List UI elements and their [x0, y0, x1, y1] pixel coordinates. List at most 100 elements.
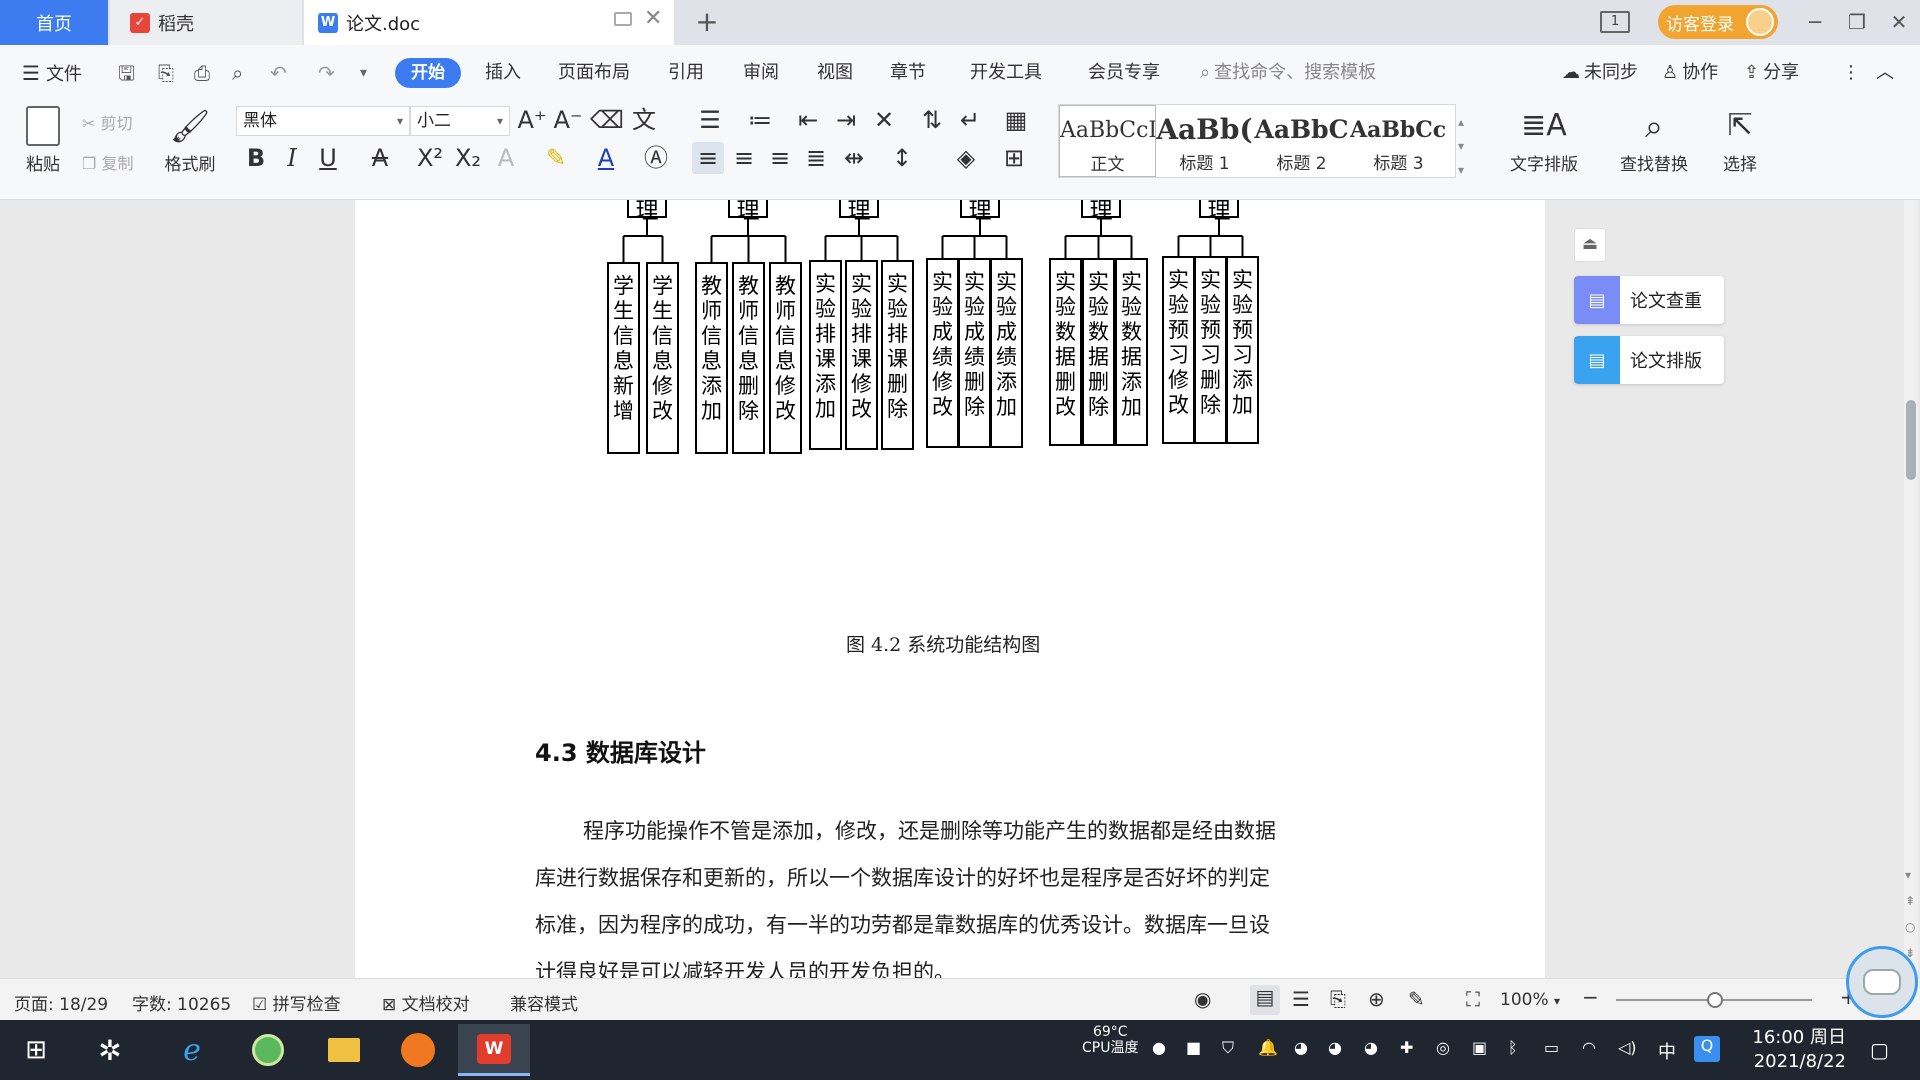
collapse-ribbon-icon[interactable]: ︿	[1876, 58, 1894, 88]
browser-360-icon[interactable]	[246, 1028, 290, 1072]
style-heading-3[interactable]: AaBbCcl 标题 3	[1350, 105, 1447, 177]
file-menu[interactable]: ☰ 文件	[22, 58, 82, 88]
web-view-icon[interactable]: ⊕	[1368, 987, 1385, 1011]
command-search[interactable]: ⌕ 查找命令、搜索模板	[1200, 58, 1376, 88]
increase-indent-icon[interactable]: ⇥	[830, 104, 862, 136]
cpu-temp-widget[interactable]: 69°C CPU温度	[1082, 1024, 1138, 1056]
strikethrough-icon[interactable]: A	[364, 142, 396, 174]
ie-browser-icon[interactable]: ℯ	[170, 1028, 214, 1072]
format-painter-button[interactable]: 🖌 格式刷	[160, 106, 220, 175]
underline-icon[interactable]: U	[312, 142, 344, 174]
line-spacing-icon[interactable]: ↕	[886, 142, 918, 174]
table-format-icon[interactable]: ▦	[1000, 104, 1032, 136]
page-view-icon[interactable]: 1	[1600, 11, 1630, 33]
tray-app-icon[interactable]: ■	[1186, 1038, 1201, 1057]
gallery-scroll-icon[interactable]: ▴ ▾ ▾	[1458, 110, 1464, 182]
font-size-select[interactable]: 小二 ▾	[410, 106, 510, 136]
monitor-icon[interactable]	[614, 12, 632, 26]
minimize-icon[interactable]: ─	[1800, 8, 1830, 38]
reading-view-icon[interactable]: ⎘	[1330, 987, 1346, 1011]
text-layout-button[interactable]: ≣A 文字排版	[1494, 108, 1594, 175]
text-effect-icon[interactable]: A	[490, 142, 522, 174]
doc-proof-button[interactable]: ⊠ 文档校对	[382, 990, 470, 1015]
write-mode-icon[interactable]: ✎	[1408, 987, 1425, 1011]
bell-icon[interactable]: 🔔	[1258, 1038, 1278, 1057]
close-window-icon[interactable]: ✕	[1884, 8, 1914, 38]
zoom-slider-handle[interactable]	[1707, 992, 1723, 1008]
style-heading-1[interactable]: AaBb( 标题 1	[1156, 105, 1253, 177]
file-explorer-icon[interactable]	[322, 1028, 366, 1072]
tab-document[interactable]: W 论文.doc ✕	[304, 0, 674, 45]
find-replace-button[interactable]: ⌕ 查找替换	[1608, 108, 1700, 175]
tab-docer[interactable]: ✓ 稻壳	[110, 0, 302, 45]
quick-access-dropdown-icon[interactable]: ▾	[360, 58, 367, 88]
nvidia-icon[interactable]: ▣	[1472, 1038, 1487, 1057]
tab-chapter[interactable]: 章节	[890, 58, 926, 88]
show-marks-icon[interactable]: ↵	[954, 104, 986, 136]
zoom-level[interactable]: 100% ▾	[1500, 990, 1560, 1010]
paste-button[interactable]: 粘贴	[18, 106, 68, 175]
assistant-robot-icon[interactable]	[1846, 946, 1918, 1018]
scrollbar-thumb[interactable]	[1906, 400, 1916, 480]
shield-icon[interactable]: ⛉	[1222, 1038, 1234, 1058]
clear-format-icon[interactable]: ⌫	[590, 104, 624, 136]
fit-page-icon[interactable]: ⛶	[1466, 987, 1480, 1011]
align-right-icon[interactable]: ≡	[764, 142, 796, 174]
new-tab-button[interactable]: +	[690, 6, 724, 40]
page-indicator[interactable]: 页面: 18/29	[14, 990, 108, 1015]
tab-review[interactable]: 审阅	[743, 58, 779, 88]
windows-start-icon[interactable]: ⊞	[14, 1028, 58, 1072]
more-icon[interactable]: ⋮	[1842, 58, 1860, 88]
subscript-icon[interactable]: X₂	[452, 142, 484, 174]
spell-check-button[interactable]: ☑ 拼写检查	[252, 990, 341, 1015]
bullet-list-icon[interactable]: ☰	[694, 104, 726, 136]
print-icon[interactable]: ⎙	[194, 58, 210, 88]
close-tab-icon[interactable]: ✕	[644, 6, 662, 31]
font-color-icon[interactable]: A	[590, 142, 622, 174]
shrink-font-icon[interactable]: A⁻	[552, 104, 584, 136]
collaborate-button[interactable]: ♙ 协作	[1662, 58, 1718, 88]
clock[interactable]: 16:00 周日 2021/8/22	[1746, 1026, 1846, 1074]
export-icon[interactable]: ⎘	[158, 58, 174, 88]
cut-button[interactable]: ✂ 剪切	[82, 110, 133, 134]
wifi-icon[interactable]: ◠	[1582, 1038, 1596, 1057]
outline-view-icon[interactable]: ☰	[1292, 987, 1310, 1011]
style-normal[interactable]: AaBbCcI 正文	[1059, 105, 1156, 177]
game-app-icon[interactable]	[396, 1028, 440, 1072]
tab-page-layout[interactable]: 页面布局	[558, 58, 630, 88]
restore-icon[interactable]: ❐	[1842, 8, 1872, 38]
numbered-list-icon[interactable]: ≔	[744, 104, 776, 136]
tray-app-icon[interactable]: ●	[1152, 1038, 1166, 1057]
volume-icon[interactable]: ◁)	[1618, 1038, 1637, 1057]
select-button[interactable]: ⇱ 选择	[1710, 108, 1770, 175]
vertical-scrollbar[interactable]: ▾ ⇞ ○ ⇟	[1904, 200, 1918, 978]
qq-icon[interactable]: ◕	[1294, 1038, 1308, 1057]
char-border-icon[interactable]: Ⓐ	[640, 142, 672, 174]
prev-page-icon[interactable]: ⇞	[1905, 894, 1915, 908]
distributed-icon[interactable]: ⇹	[838, 142, 870, 174]
qq-icon[interactable]: ◕	[1328, 1038, 1342, 1057]
notification-icon[interactable]: ▢	[1870, 1038, 1889, 1062]
save-icon[interactable]: 🖫	[118, 58, 135, 88]
superscript-icon[interactable]: X²	[414, 142, 446, 174]
paper-check-button[interactable]: ▤ 论文查重	[1574, 276, 1724, 324]
page-view-mode-icon[interactable]: ▤	[1250, 985, 1280, 1015]
pinwheel-app-icon[interactable]: ✲	[88, 1028, 132, 1072]
qq-icon[interactable]: ◕	[1364, 1038, 1378, 1057]
word-count[interactable]: 字数: 10265	[132, 990, 231, 1015]
justify-icon[interactable]: ≣	[800, 142, 832, 174]
sort-icon[interactable]: ⇅	[916, 104, 948, 136]
sync-status[interactable]: ☁ 未同步	[1562, 58, 1638, 88]
highlight-icon[interactable]: ✎	[540, 142, 572, 174]
copy-button[interactable]: ❐ 复制	[82, 150, 133, 174]
print-preview-icon[interactable]: ⌕	[232, 58, 243, 88]
tab-references[interactable]: 引用	[668, 58, 704, 88]
grow-font-icon[interactable]: A⁺	[516, 104, 548, 136]
tab-start[interactable]: 开始	[395, 58, 461, 88]
style-heading-2[interactable]: AaBbC 标题 2	[1253, 105, 1350, 177]
italic-icon[interactable]: I	[276, 142, 308, 174]
share-button[interactable]: ⇪ 分享	[1744, 58, 1799, 88]
undo-icon[interactable]: ↶	[270, 58, 287, 88]
zoom-out-icon[interactable]: −	[1582, 985, 1599, 1009]
align-left-icon[interactable]: ≡	[692, 142, 724, 174]
